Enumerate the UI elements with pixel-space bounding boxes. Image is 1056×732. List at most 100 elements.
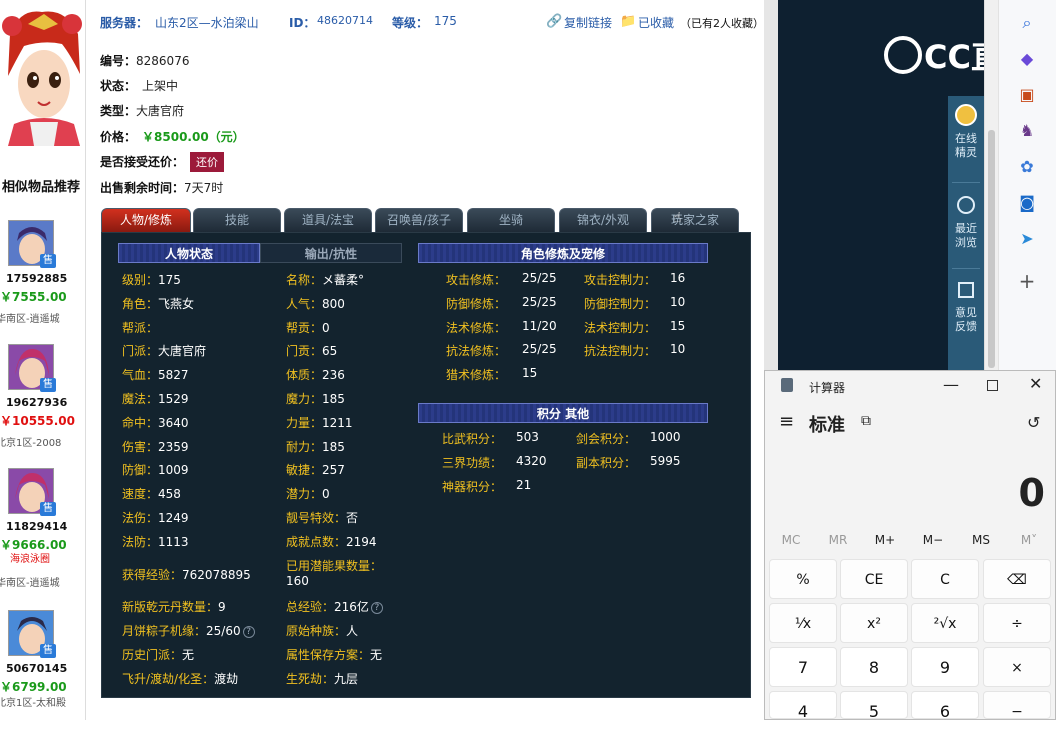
stat-row: 名称：メ蕃柔° <box>286 271 364 288</box>
mem-mplus[interactable]: M+ <box>865 533 905 547</box>
stat-value: 5995 <box>650 454 681 468</box>
tag-icon[interactable]: ◆ <box>1016 48 1038 70</box>
life-value: 九层 <box>334 672 359 686</box>
top-info-bar: 服务器： x 服务器： 山东2区—水泊梁山 ID： 48620714 等级： 1… <box>100 8 764 36</box>
item-id: 11829414 <box>6 520 68 533</box>
stat-row: 防御修炼： 25/25 <box>446 295 557 312</box>
keep-on-top-icon[interactable]: ⧉ <box>861 413 871 429</box>
stat-row: 抗法控制力： 10 <box>584 342 685 359</box>
type-label: 类型： <box>100 104 137 118</box>
tab-home[interactable]: 玩家之家 <box>651 208 739 232</box>
calc-key[interactable]: 9 <box>911 647 979 687</box>
stat-value: 10 <box>670 342 686 357</box>
calc-key[interactable]: ¹⁄x <box>769 603 837 643</box>
stat-value: 1113 <box>158 534 189 549</box>
add-icon[interactable]: + <box>1016 270 1038 292</box>
calc-key[interactable]: CE <box>840 559 908 599</box>
sale-tag: 售 <box>40 378 56 392</box>
stat-label: 防御控制力： <box>584 296 657 311</box>
race-label: 原始种族： <box>286 624 347 638</box>
calc-key[interactable]: x² <box>840 603 908 643</box>
folder-icon: 📁 <box>620 14 637 29</box>
haggle-button[interactable]: 还价 <box>190 152 225 172</box>
calc-key[interactable]: − <box>983 691 1051 720</box>
item-server: 北京1区-2008 <box>0 438 62 449</box>
calc-key[interactable]: 7 <box>769 647 837 687</box>
life-label: 生死劫： <box>286 672 335 686</box>
header-status[interactable]: 人物状态 <box>118 243 260 263</box>
potion-label: 已用潜能果数量： <box>286 559 383 573</box>
sale-tag: 售 <box>40 644 56 658</box>
stat-row: 体质：236 <box>286 366 345 383</box>
stat-label: 法术修炼： <box>446 320 507 335</box>
copilot-icon[interactable]: ✿ <box>1016 156 1038 178</box>
calc-key[interactable]: 5 <box>840 691 908 721</box>
stat-row: 猎术修炼： 15 <box>446 366 537 383</box>
calc-key[interactable]: 4 <box>769 691 837 721</box>
menu-icon[interactable]: ≡ <box>779 411 794 432</box>
ascend-value: 渡劫 <box>214 672 239 686</box>
calc-key[interactable]: ²√x <box>911 603 979 643</box>
stat-value: 185 <box>322 439 345 454</box>
help-icon[interactable]: ? <box>370 601 383 614</box>
help-icon[interactable]: ? <box>242 625 255 638</box>
side-online-spirit[interactable]: 在线 精灵 <box>948 104 984 160</box>
tab-mounts[interactable]: 坐骑 <box>467 208 555 232</box>
stat-label: 抗法修炼： <box>446 344 507 359</box>
chess-icon[interactable]: ♞ <box>1016 120 1038 142</box>
maximize-button[interactable] <box>987 380 998 391</box>
mem-mminus[interactable]: M− <box>913 533 953 547</box>
mem-ms[interactable]: MS <box>961 533 1001 547</box>
stat-value: 25/25 <box>522 271 557 285</box>
stat-ascend: 飞升/渡劫/化圣：渡劫 <box>122 670 238 687</box>
stat-label: 三界功绩： <box>442 456 503 470</box>
browser-scrollbar[interactable] <box>984 0 998 370</box>
stat-value: 1009 <box>158 463 189 478</box>
stat-label: 门贡： <box>286 344 323 359</box>
send-icon[interactable]: ➤ <box>1016 228 1038 250</box>
mem-mc[interactable]: MC <box>771 533 811 547</box>
side-feedback[interactable]: 意见 反馈 <box>948 282 984 334</box>
favorited-button[interactable]: 已收藏 <box>638 14 674 31</box>
stat-row: 魔法：1529 <box>122 390 189 407</box>
calc-key[interactable]: ÷ <box>983 603 1051 643</box>
outlook-icon[interactable]: ◙ <box>1016 192 1038 214</box>
history-value: 无 <box>182 648 195 662</box>
tab-outfits[interactable]: 锦衣/外观 <box>559 208 647 232</box>
calc-key[interactable]: % <box>769 559 837 599</box>
tab-items[interactable]: 道具/法宝 <box>284 208 372 232</box>
calc-key[interactable]: 8 <box>840 647 908 687</box>
side-recent[interactable]: 最近 浏览 <box>948 196 984 250</box>
stat-label: 法术控制力： <box>584 320 657 335</box>
header-output[interactable]: 输出/抗性 <box>260 243 402 263</box>
search-icon[interactable]: ⌕ <box>1016 12 1038 34</box>
minimize-button[interactable]: — <box>943 375 959 394</box>
status-label: 状态： <box>100 79 137 93</box>
stat-row: 三界功绩： 4320 <box>442 454 547 471</box>
stat-label: 级别： <box>122 273 159 287</box>
tab-character[interactable]: 人物/修炼 <box>101 208 191 232</box>
close-button[interactable]: ✕ <box>1029 374 1042 393</box>
copy-link-button[interactable]: 复制链接 <box>564 14 612 31</box>
tab-skills[interactable]: 技能 <box>193 208 281 232</box>
calc-key[interactable]: C <box>911 559 979 599</box>
stat-qianyuan: 新版乾元丹数量：9 <box>122 598 226 615</box>
history-icon[interactable]: ↺ <box>1027 413 1040 432</box>
item-price: ￥7555.00 <box>0 290 67 304</box>
calc-key[interactable]: ⌫ <box>983 559 1051 599</box>
stat-value: 236 <box>322 368 345 383</box>
stat-value: 458 <box>158 487 181 502</box>
item-server: 华南区-逍遥城 <box>0 314 60 325</box>
calc-key[interactable]: × <box>983 647 1051 687</box>
stat-label: 神器积分： <box>442 480 503 494</box>
tab-pets[interactable]: 召唤兽/孩子 <box>375 208 463 232</box>
stat-row: 剑会积分： 1000 <box>576 430 681 447</box>
stat-label: 人气： <box>286 296 323 311</box>
mem-mr[interactable]: MR <box>818 533 858 547</box>
stat-label: 副本积分： <box>576 456 637 470</box>
scroll-thumb[interactable] <box>988 130 995 368</box>
calc-key[interactable]: 6 <box>911 691 979 721</box>
briefcase-icon[interactable]: ▣ <box>1016 84 1038 106</box>
mem-list[interactable]: M˅ <box>1009 533 1049 547</box>
stat-exp: 获得经验：762078895 <box>122 566 251 583</box>
